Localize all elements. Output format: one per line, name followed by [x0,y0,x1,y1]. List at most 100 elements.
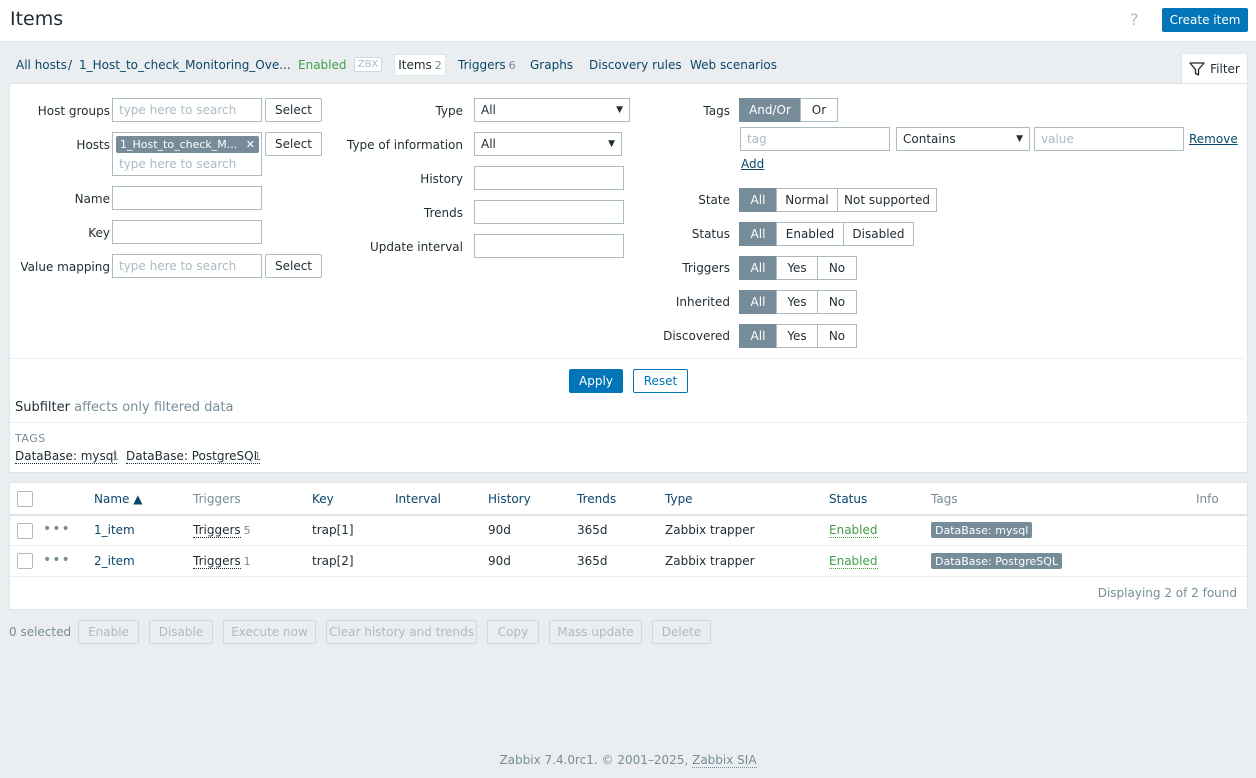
inherited-no-option[interactable]: No [817,290,857,314]
tab-triggers-count: 6 [508,59,516,72]
item-triggers-count: 5 [243,524,251,537]
triggers-toggle: All Yes No [739,256,857,280]
item-tag[interactable]: DataBase: PostgreSQL [931,553,1063,569]
column-status-sort[interactable]: Status [829,492,867,506]
discovered-no-option[interactable]: No [817,324,857,348]
item-triggers[interactable]: Triggers 5 [193,523,251,538]
disable-button[interactable]: Disable [149,620,213,644]
item-triggers-link[interactable]: Triggers [193,523,241,538]
item-status-toggle[interactable]: Enabled [829,554,878,569]
tab-web-scenarios[interactable]: Web scenarios [690,58,777,72]
hosts-label: Hosts [76,138,110,152]
type-of-information-select[interactable]: All ▼ [474,132,622,156]
host-groups-select-button[interactable]: Select [265,98,322,122]
tags-or-option[interactable]: Or [800,98,838,122]
tab-graphs[interactable]: Graphs [530,58,573,72]
reset-button[interactable]: Reset [633,369,688,393]
state-not-supported-option[interactable]: Not supported [837,188,937,212]
history-label: History [420,172,463,186]
execute-now-button[interactable]: Execute now [223,620,316,644]
subfilter-tag-postgresql-count: 1 [254,450,261,463]
row-checkbox[interactable] [17,553,33,569]
hosts-select-button[interactable]: Select [265,132,322,156]
more-options-icon[interactable]: ••• [43,521,71,537]
footer-company-link[interactable]: Zabbix SIA [692,753,757,768]
inherited-yes-option[interactable]: Yes [776,290,818,314]
discovered-yes-option[interactable]: Yes [776,324,818,348]
value-mapping-select-button[interactable]: Select [265,254,322,278]
subfilter-tag-postgresql[interactable]: DataBase: PostgreSQL [126,449,261,464]
status-enabled-option[interactable]: Enabled [776,222,844,246]
value-mapping-input[interactable]: type here to search [112,254,262,278]
create-item-button[interactable]: Create item [1162,8,1248,32]
column-key-sort[interactable]: Key [312,492,334,506]
item-name-link[interactable]: 1_item [94,523,135,537]
hosts-multiselect[interactable]: 1_Host_to_check_M... ✕ type here to sear… [112,132,262,176]
hosts-search-placeholder[interactable]: type here to search [119,157,236,171]
item-triggers-link[interactable]: Triggers [193,554,241,569]
column-history-sort[interactable]: History [488,492,531,506]
apply-button[interactable]: Apply [569,369,623,393]
chip-remove-icon[interactable]: ✕ [246,138,255,151]
copy-button[interactable]: Copy [487,620,539,644]
item-history: 90d [488,523,511,537]
tag-name-input[interactable]: tag [740,127,890,151]
item-triggers[interactable]: Triggers 1 [193,554,251,569]
name-input[interactable] [112,186,262,210]
tag-value-input[interactable]: value [1034,127,1184,151]
host-status[interactable]: Enabled [298,58,347,72]
tag-add-link[interactable]: Add [741,157,764,171]
column-type-sort[interactable]: Type [665,492,693,506]
row-checkbox[interactable] [17,523,33,539]
update-interval-input[interactable] [474,234,624,258]
inherited-all-option[interactable]: All [739,290,777,314]
tab-triggers[interactable]: Triggers 6 [458,58,516,72]
column-trends-sort[interactable]: Trends [577,492,616,506]
item-tag[interactable]: DataBase: mysql [931,522,1033,538]
type-select[interactable]: All ▼ [474,98,630,122]
triggers-no-option[interactable]: No [817,256,857,280]
discovered-all-option[interactable]: All [739,324,777,348]
tab-triggers-label: Triggers [458,58,506,72]
mass-update-button[interactable]: Mass update [549,620,642,644]
item-name-link[interactable]: 2_item [94,554,135,568]
triggers-yes-option[interactable]: Yes [776,256,818,280]
subfilter-tag-mysql[interactable]: DataBase: mysql [15,449,117,464]
more-options-icon[interactable]: ••• [43,552,71,568]
item-status-toggle[interactable]: Enabled [829,523,878,538]
filter-tab[interactable]: Filter [1181,53,1248,84]
tab-items-count: 2 [434,58,442,72]
state-all-option[interactable]: All [739,188,777,212]
breadcrumb-all-hosts[interactable]: All hosts [16,58,67,72]
tag-remove-link[interactable]: Remove [1189,132,1238,146]
tab-items[interactable]: Items 2 [394,54,446,76]
breadcrumb-host[interactable]: 1_Host_to_check_Monitoring_Ove... [79,58,291,72]
item-trends: 365d [577,523,608,537]
triggers-all-option[interactable]: All [739,256,777,280]
column-name-sort[interactable]: Name ▲ [94,492,142,506]
key-input[interactable] [112,220,262,244]
clear-history-button[interactable]: Clear history and trends [326,620,477,644]
type-of-information-label: Type of information [346,138,463,152]
tag-operator-select[interactable]: Contains ▼ [896,127,1030,151]
item-triggers-count: 1 [243,555,251,568]
host-groups-input[interactable]: type here to search [112,98,262,122]
select-all-checkbox[interactable] [17,491,33,507]
triggers-label: Triggers [682,261,730,275]
state-normal-option[interactable]: Normal [776,188,838,212]
tab-discovery-rules[interactable]: Discovery rules [589,58,682,72]
zbx-availability-badge: ZBX [354,57,382,72]
type-label: Type [435,104,463,118]
help-icon[interactable]: ? [1130,10,1139,29]
delete-button[interactable]: Delete [652,620,711,644]
chevron-down-icon: ▼ [1016,134,1023,144]
column-interval-sort[interactable]: Interval [395,492,441,506]
tags-andor-option[interactable]: And/Or [739,98,801,122]
update-interval-label: Update interval [369,240,463,254]
trends-input[interactable] [474,200,624,224]
status-all-option[interactable]: All [739,222,777,246]
filter-icon [1189,62,1205,76]
history-input[interactable] [474,166,624,190]
enable-button[interactable]: Enable [78,620,139,644]
status-disabled-option[interactable]: Disabled [843,222,914,246]
